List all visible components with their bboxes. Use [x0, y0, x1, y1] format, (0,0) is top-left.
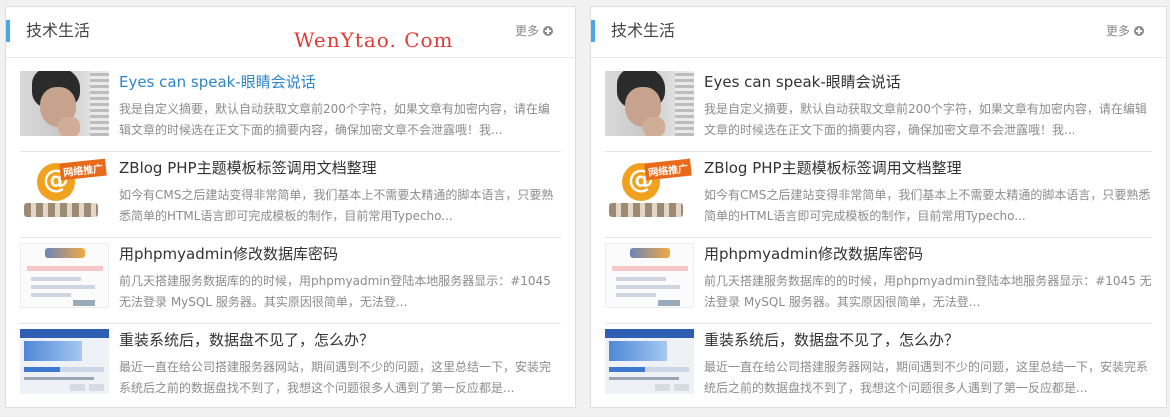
plus-circle-icon: [1134, 26, 1144, 36]
plus-circle-icon: [543, 26, 553, 36]
more-link[interactable]: 更多: [515, 23, 553, 39]
article-title-link[interactable]: 重装系统后，数据盘不见了，怎么办？: [119, 331, 561, 349]
article-excerpt: 如今有CMS之后建站变得非常简单，我们基本上不需要太精通的脚本语言，只要熟悉简单…: [119, 188, 554, 223]
article-thumbnail[interactable]: [605, 243, 694, 308]
more-label: 更多: [514, 24, 539, 38]
thumbnail-tag: 网络推广: [644, 158, 692, 181]
article-excerpt: 前几天搭建服务数据库的的时候，用phpmyadmin登陆本地服务器显示：#104…: [704, 274, 1152, 309]
panel-title: 技术生活: [611, 21, 676, 40]
thumbnail-tag: 网络推广: [59, 158, 107, 181]
more-label: 更多: [1105, 24, 1130, 38]
article-title-link[interactable]: ZBlog PHP主题模板标签调用文档整理: [704, 159, 1152, 177]
article-title-link[interactable]: Eyes can speak-眼睛会说话: [119, 73, 561, 91]
list-item[interactable]: 网络推广 ZBlog PHP主题模板标签调用文档整理 如今有CMS之后建站变得非…: [605, 152, 1152, 238]
article-list: Eyes can speak-眼睛会说话 我是自定义摘要，默认自动获取文章前20…: [605, 66, 1152, 409]
tech-life-panel-left: 技术生活 WenYtao. Com 更多 Eyes can speak-眼睛会说…: [5, 6, 576, 408]
article-thumbnail[interactable]: [605, 71, 694, 136]
list-item[interactable]: 网络推广 ZBlog PHP主题模板标签调用文档整理 如今有CMS之后建站变得非…: [20, 152, 561, 238]
article-excerpt: 最近一直在给公司搭建服务器网站，期间遇到不少的问题，这里总结一下，安装完系统后之…: [704, 360, 1149, 395]
article-title-link[interactable]: 用phpmyadmin修改数据库密码: [119, 245, 561, 263]
article-thumbnail[interactable]: 网络推广: [20, 157, 109, 222]
panel-header: 技术生活 WenYtao. Com 更多: [6, 7, 575, 58]
list-item[interactable]: Eyes can speak-眼睛会说话 我是自定义摘要，默认自动获取文章前20…: [20, 66, 561, 152]
panel-title: 技术生活: [26, 21, 91, 40]
list-item[interactable]: 重装系统后，数据盘不见了，怎么办？ 最近一直在给公司搭建服务器网站，期间遇到不少…: [605, 324, 1152, 409]
accent-bar: [591, 20, 595, 42]
article-thumbnail[interactable]: [20, 71, 109, 136]
accent-bar: [6, 20, 10, 42]
article-list: Eyes can speak-眼睛会说话 我是自定义摘要，默认自动获取文章前20…: [20, 66, 561, 409]
more-link[interactable]: 更多: [1106, 23, 1144, 39]
article-excerpt: 前几天搭建服务数据库的的时候，用phpmyadmin登陆本地服务器显示：#104…: [119, 274, 551, 309]
article-excerpt: 最近一直在给公司搭建服务器网站，期间遇到不少的问题，这里总结一下，安装完系统后之…: [119, 360, 552, 395]
article-excerpt: 我是自定义摘要，默认自动获取文章前200个字符，如果文章有加密内容，请在编辑文章…: [704, 102, 1147, 137]
watermark-text: WenYtao. Com: [294, 28, 454, 52]
article-thumbnail[interactable]: [20, 243, 109, 308]
article-thumbnail[interactable]: [605, 329, 694, 394]
article-excerpt: 如今有CMS之后建站变得非常简单，我们基本上不需要太精通的脚本语言，只要熟悉简单…: [704, 188, 1151, 223]
article-title-link[interactable]: Eyes can speak-眼睛会说话: [704, 73, 1152, 91]
list-item[interactable]: 重装系统后，数据盘不见了，怎么办？ 最近一直在给公司搭建服务器网站，期间遇到不少…: [20, 324, 561, 409]
article-thumbnail[interactable]: 网络推广: [605, 157, 694, 222]
panel-header: 技术生活 更多: [591, 7, 1166, 58]
article-thumbnail[interactable]: [20, 329, 109, 394]
tech-life-panel-right: 技术生活 更多 Eyes can speak-眼睛会说话 我是自定义摘要，默认自…: [590, 6, 1167, 408]
list-item[interactable]: 用phpmyadmin修改数据库密码 前几天搭建服务数据库的的时候，用phpmy…: [605, 238, 1152, 324]
list-item[interactable]: Eyes can speak-眼睛会说话 我是自定义摘要，默认自动获取文章前20…: [605, 66, 1152, 152]
article-title-link[interactable]: 用phpmyadmin修改数据库密码: [704, 245, 1152, 263]
article-excerpt: 我是自定义摘要，默认自动获取文章前200个字符，如果文章有加密内容，请在编辑文章…: [119, 102, 550, 137]
article-title-link[interactable]: ZBlog PHP主题模板标签调用文档整理: [119, 159, 561, 177]
list-item[interactable]: 用phpmyadmin修改数据库密码 前几天搭建服务数据库的的时候，用phpmy…: [20, 238, 561, 324]
article-title-link[interactable]: 重装系统后，数据盘不见了，怎么办？: [704, 331, 1152, 349]
